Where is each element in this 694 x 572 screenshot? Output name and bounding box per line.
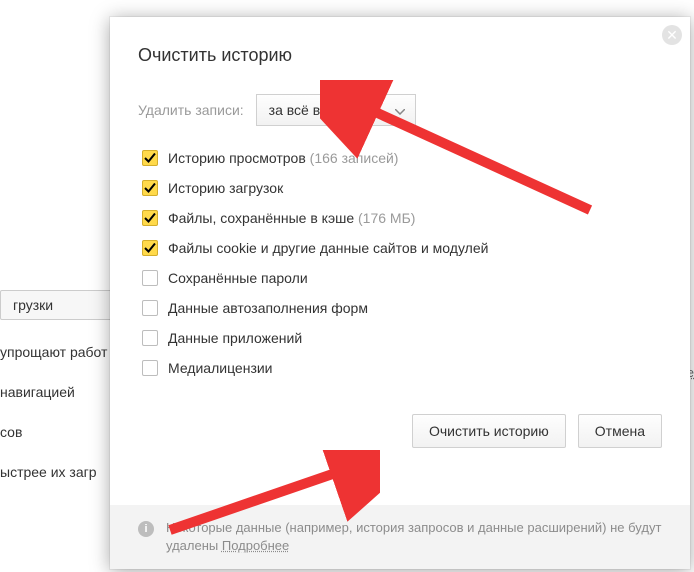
option-row[interactable]: Файлы, сохранённые в кэше (176 МБ) — [142, 210, 662, 226]
option-row[interactable]: Сохранённые пароли — [142, 270, 662, 286]
option-label: Медиалицензии — [168, 360, 273, 376]
options-list: Историю просмотров (166 записей) Историю … — [142, 150, 662, 376]
dialog-body: Очистить историю Удалить записи: за всё … — [110, 17, 690, 392]
checkbox-icon[interactable] — [142, 150, 158, 166]
option-label: Файлы, сохранённые в кэше (176 МБ) — [168, 210, 415, 226]
learn-more-link[interactable]: Подробнее — [222, 538, 289, 553]
option-row[interactable]: Медиалицензии — [142, 360, 662, 376]
time-range-label: Удалить записи: — [138, 102, 244, 118]
option-label: Историю загрузок — [168, 180, 283, 196]
time-range-row: Удалить записи: за всё время — [138, 94, 662, 126]
option-label: Историю просмотров (166 записей) — [168, 150, 398, 166]
chevron-down-icon — [395, 102, 405, 118]
option-extra: (166 записей) — [306, 150, 399, 166]
time-range-value: за всё время — [269, 102, 353, 118]
option-label: Данные приложений — [168, 330, 302, 346]
clear-history-dialog: ✕ Очистить историю Удалить записи: за вс… — [110, 17, 690, 569]
checkbox-icon[interactable] — [142, 330, 158, 346]
option-row[interactable]: Историю просмотров (166 записей) — [142, 150, 662, 166]
checkbox-icon[interactable] — [142, 210, 158, 226]
checkbox-icon[interactable] — [142, 240, 158, 256]
dialog-actions: Очистить историю Отмена — [110, 392, 690, 470]
option-row[interactable]: Историю загрузок — [142, 180, 662, 196]
dialog-title: Очистить историю — [138, 45, 662, 66]
clear-history-button[interactable]: Очистить историю — [412, 414, 566, 448]
close-icon[interactable]: ✕ — [662, 25, 682, 45]
option-row[interactable]: Файлы cookie и другие данные сайтов и мо… — [142, 240, 662, 256]
option-extra: (176 МБ) — [354, 210, 415, 226]
option-row[interactable]: Данные автозаполнения форм — [142, 300, 662, 316]
option-label: Данные автозаполнения форм — [168, 300, 368, 316]
option-label: Файлы cookie и другие данные сайтов и мо… — [168, 240, 488, 256]
checkbox-icon[interactable] — [142, 180, 158, 196]
footer-text: Некоторые данные (например, история запр… — [166, 519, 662, 555]
cancel-button[interactable]: Отмена — [578, 414, 662, 448]
checkbox-icon[interactable] — [142, 270, 158, 286]
checkbox-icon[interactable] — [142, 300, 158, 316]
option-label: Сохранённые пароли — [168, 270, 308, 286]
time-range-select[interactable]: за всё время — [256, 94, 416, 126]
info-icon: i — [138, 521, 154, 537]
dialog-footer: i Некоторые данные (например, история за… — [110, 505, 690, 569]
option-row[interactable]: Данные приложений — [142, 330, 662, 346]
checkbox-icon[interactable] — [142, 360, 158, 376]
